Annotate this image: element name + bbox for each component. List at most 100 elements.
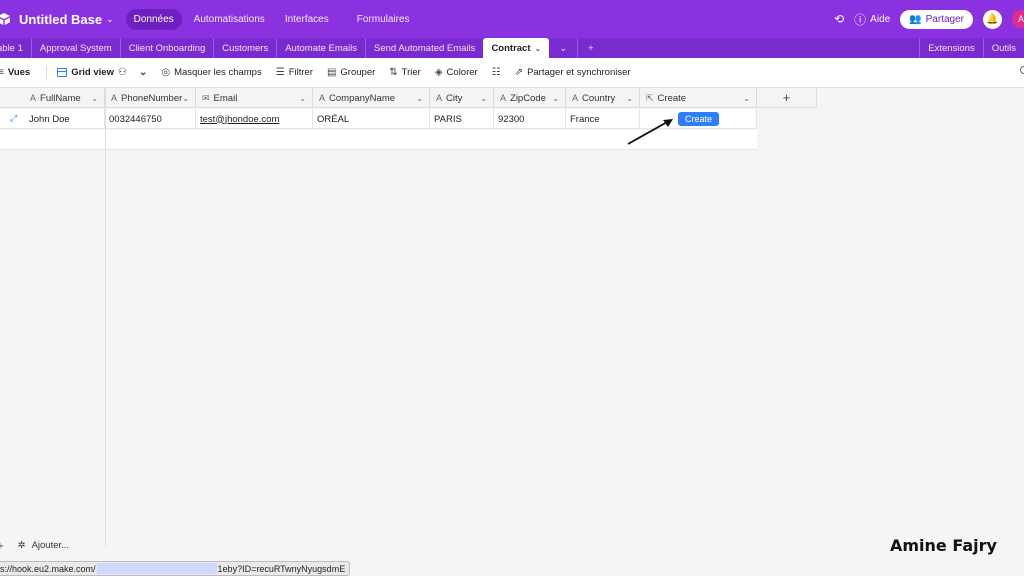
chevron-down-icon: ⌄ xyxy=(299,93,306,103)
grid-icon xyxy=(57,68,68,77)
toolbar-divider xyxy=(46,65,48,80)
add-record-icon[interactable]: + xyxy=(0,538,4,553)
text-field-icon: A xyxy=(30,93,37,103)
cell-fullname[interactable]: John Doe xyxy=(0,109,105,129)
status-bar-url: s://hook.eu2.make.com/1eby?ID=recuRTwnyN… xyxy=(0,561,351,576)
column-header-companyname[interactable]: A CompanyName ⌄ xyxy=(313,88,430,108)
help-icon: ⓘ xyxy=(854,12,867,27)
grid-header: A FullName ⌄ A PhoneNumber ⌄ ✉ Email ⌄ A… xyxy=(0,88,757,108)
text-field-icon: A xyxy=(500,93,507,103)
tab-customers[interactable]: Customers xyxy=(214,38,278,58)
help-label: Aide xyxy=(870,13,891,25)
column-header-country[interactable]: A Country ⌄ xyxy=(566,88,640,108)
grid-view-button[interactable]: Grid view ⚇ ⌄ xyxy=(57,67,147,78)
view-toolbar: ≡ Vues Grid view ⚇ ⌄ ◎ Masquer les champ… xyxy=(0,58,1024,88)
footer-add: + ✲ Ajouter... xyxy=(0,538,69,553)
bell-icon[interactable]: 🔔 xyxy=(983,9,1002,29)
nav-interfaces[interactable]: Interfaces xyxy=(277,9,337,30)
tab-automate-emails[interactable]: Automate Emails xyxy=(277,38,367,58)
users-icon: 👥 xyxy=(909,13,922,25)
sort-button[interactable]: ⇅ Trier xyxy=(389,67,421,78)
column-header-fullname[interactable]: A FullName ⌄ xyxy=(0,88,105,108)
history-icon[interactable]: ⟲ xyxy=(834,12,844,26)
column-header-label: City xyxy=(446,92,463,104)
sort-icon: ⇅ xyxy=(389,67,398,78)
column-header-phonenumber[interactable]: A PhoneNumber ⌄ xyxy=(105,88,196,108)
add-label: Ajouter... xyxy=(31,540,70,551)
watermark-signature: Amine Fajry xyxy=(890,536,997,555)
eye-off-icon: ◎ xyxy=(161,67,171,78)
base-logo-icon xyxy=(0,13,10,25)
cursor-button-field-icon: ⇱ xyxy=(646,92,654,103)
group-label: Grouper xyxy=(340,67,376,78)
top-right-actions: ⟲ ⓘ Aide 👥 Partager 🔔 A xyxy=(834,0,1024,38)
top-nav: Données Automatisations Interfaces Formu… xyxy=(125,8,418,30)
status-url-end: 1eby?ID=recuRTwnyNyugsdmE xyxy=(217,563,346,574)
sort-label: Trier xyxy=(401,67,421,78)
frozen-column-divider xyxy=(105,88,106,546)
row-height-button[interactable]: ☷ xyxy=(492,67,501,78)
share-button[interactable]: 👥 Partager xyxy=(900,9,973,29)
filter-icon: ☰ xyxy=(275,67,285,78)
avatar[interactable]: A xyxy=(1012,10,1024,28)
share-sync-button[interactable]: ⇗ Partager et synchroniser xyxy=(515,67,631,78)
cell-city[interactable]: PARIS xyxy=(430,109,494,129)
chevron-down-icon: ⌄ xyxy=(91,93,98,103)
column-header-city[interactable]: A City ⌄ xyxy=(430,88,494,108)
tools-button[interactable]: Outils xyxy=(982,38,1024,58)
email-field-icon: ✉ xyxy=(202,92,210,103)
nav-data[interactable]: Données xyxy=(125,8,182,30)
grid-view-label: Grid view xyxy=(71,67,114,78)
base-title-text: Untitled Base xyxy=(19,11,103,27)
add-extension-button[interactable]: ✲ Ajouter... xyxy=(18,540,69,551)
menu-icon: ≡ xyxy=(0,67,4,78)
extensions-button[interactable]: Extensions xyxy=(919,38,982,58)
column-header-label: Email xyxy=(213,92,238,104)
tab-contract[interactable]: Contract ⌄ xyxy=(483,38,550,58)
text-field-icon: A xyxy=(436,93,443,103)
search-icon[interactable] xyxy=(1020,66,1024,74)
redaction-mask xyxy=(96,563,217,574)
tab-contract-label: Contract xyxy=(491,42,531,54)
annotation-arrow-icon xyxy=(627,119,673,145)
tab-client-onboarding[interactable]: Client Onboarding xyxy=(121,38,215,58)
tab-approval-system[interactable]: Approval System xyxy=(32,38,121,58)
cell-phonenumber[interactable]: 0032446750 xyxy=(105,109,196,129)
views-button[interactable]: ≡ Vues xyxy=(0,67,30,78)
group-button[interactable]: ▤ Grouper xyxy=(327,67,375,78)
nav-automations[interactable]: Automatisations xyxy=(186,9,273,30)
paint-bucket-icon: ◈ xyxy=(434,67,443,78)
views-label: Vues xyxy=(7,67,31,78)
filter-label: Filtrer xyxy=(288,67,313,78)
add-table-icon[interactable]: + xyxy=(578,38,604,58)
create-button[interactable]: Create xyxy=(678,112,720,126)
help-button[interactable]: ⓘ Aide xyxy=(854,11,890,28)
nav-forms[interactable]: Formulaires xyxy=(349,9,418,30)
group-icon: ▤ xyxy=(326,67,337,78)
hide-fields-button[interactable]: ◎ Masquer les champs xyxy=(161,67,261,78)
add-field-button[interactable]: + xyxy=(757,88,817,108)
column-header-label: FullName xyxy=(40,92,81,104)
tab-table-1[interactable]: able 1 xyxy=(0,38,32,58)
chevron-down-icon: ⌄ xyxy=(138,67,148,78)
color-button[interactable]: ◈ Colorer xyxy=(435,67,478,78)
column-header-label: Create xyxy=(657,92,687,104)
filter-button[interactable]: ☰ Filtrer xyxy=(276,67,313,78)
collaborators-icon: ⚇ xyxy=(117,67,127,78)
base-title[interactable]: Untitled Base ⌄ xyxy=(19,12,114,27)
cell-email[interactable]: test@jhondoe.com xyxy=(196,109,313,129)
share-external-icon: ⇗ xyxy=(514,67,524,78)
column-header-zipcode[interactable]: A ZipCode ⌄ xyxy=(494,88,566,108)
cell-companyname[interactable]: ORÉAL xyxy=(313,109,430,129)
chevron-down-icon: ⌄ xyxy=(416,93,423,103)
column-header-create[interactable]: ⇱ Create ⌄ xyxy=(640,88,757,108)
column-header-email[interactable]: ✉ Email ⌄ xyxy=(196,88,313,108)
column-header-label: PhoneNumber xyxy=(121,92,183,104)
tab-send-automated-emails[interactable]: Send Automated Emails xyxy=(366,38,483,58)
cell-zipcode[interactable]: 92300 xyxy=(494,109,566,129)
row-height-icon: ☷ xyxy=(491,67,501,78)
column-header-label: CompanyName xyxy=(329,92,396,104)
share-sync-label: Partager et synchroniser xyxy=(527,67,631,78)
magic-wand-icon: ✲ xyxy=(17,540,26,551)
more-tables-chevron-icon[interactable]: ⌄ xyxy=(549,38,579,58)
